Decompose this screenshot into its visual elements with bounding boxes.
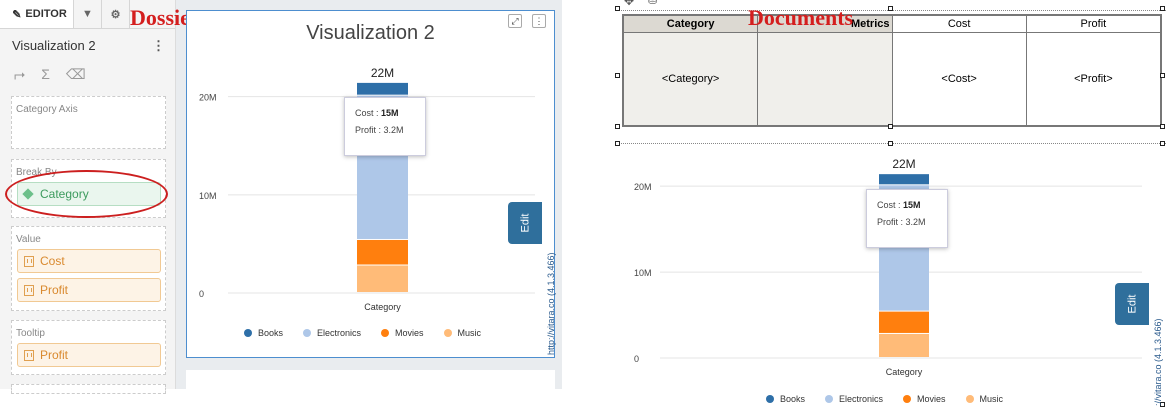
legend-swatch	[965, 395, 974, 403]
tooltip-profit-label: Profit	[877, 217, 899, 227]
chart-legend: Books Electronics Movies Music	[766, 394, 1003, 404]
legend-swatch	[903, 395, 912, 403]
legend-swatch	[825, 395, 834, 403]
x-category-label: Category	[886, 367, 923, 377]
tooltip-cost-value: 15M	[903, 200, 921, 210]
y-tick-label: 0	[634, 354, 639, 364]
bar-segment	[879, 333, 929, 357]
legend-label: Movies	[917, 394, 946, 404]
vitara-link[interactable]: ://vitara.co (4.1.3.466)	[1153, 318, 1163, 406]
legend-item[interactable]: Books	[766, 394, 805, 404]
legend-label: Music	[979, 394, 1004, 404]
y-tick-label: 20M	[634, 182, 652, 192]
legend-label: Electronics	[839, 394, 884, 404]
legend-item[interactable]: Music	[965, 394, 1004, 404]
edit-label: Edit	[1126, 294, 1138, 314]
tooltip-profit-value: 3.2M	[905, 217, 926, 227]
chart-tooltip: Cost : 15M Profit : 3.2M	[866, 189, 948, 248]
legend-item[interactable]: Electronics	[825, 394, 883, 404]
bar-segment	[879, 174, 929, 185]
y-tick-label: 10M	[634, 268, 652, 278]
document-chart-svg: 0 10M 20M 22M Category	[634, 157, 1142, 377]
tooltip-cost-label: Cost	[877, 200, 896, 210]
legend-item[interactable]: Movies	[903, 394, 946, 404]
bar-segment	[879, 311, 929, 333]
legend-label: Books	[780, 394, 806, 404]
edit-button[interactable]: Edit	[1115, 283, 1149, 325]
bar-total-label: 22M	[892, 157, 915, 171]
legend-swatch	[766, 395, 774, 403]
